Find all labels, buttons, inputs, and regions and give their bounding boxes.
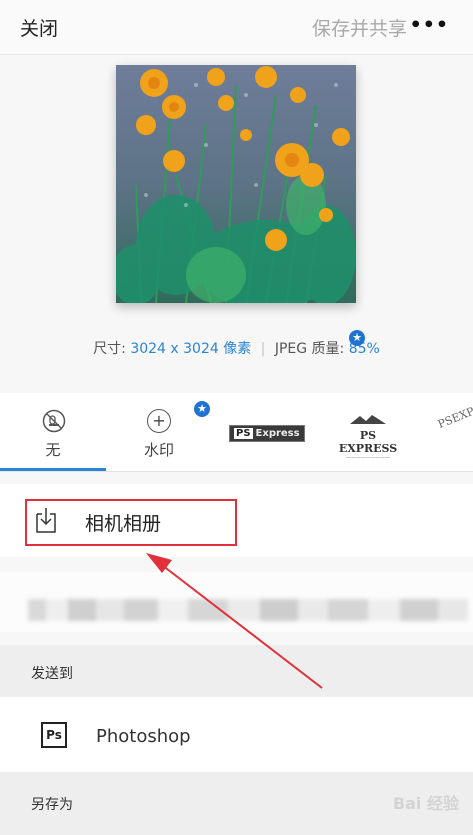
save-and-share-button[interactable]: 保存并共享 <box>312 14 407 41</box>
watermark-option-none[interactable]: 无 <box>0 393 106 471</box>
send-to-photoshop-row[interactable]: Ps Photoshop <box>0 697 473 772</box>
section-title: 另存为 <box>31 797 73 813</box>
selected-indicator <box>0 468 106 471</box>
save-to-camera-roll-row[interactable]: 相机相册 <box>0 484 473 557</box>
divider: | <box>260 341 266 357</box>
ps-express-tilted-logo[interactable]: PSEXP <box>436 405 473 431</box>
ps-express-mountain-logo[interactable]: PS EXPRESS ————————— <box>333 409 403 461</box>
size-label: 尺寸: <box>93 341 126 357</box>
section-title: 发送到 <box>31 666 73 682</box>
send-to-section-header: 发送到 <box>0 645 473 697</box>
ps-express-logo[interactable]: PS Express <box>229 425 305 442</box>
watermark-options-bar: 无 + 水印 ★ PS Express PS EXPRESS ————————— … <box>0 393 473 472</box>
add-icon: + <box>147 409 171 433</box>
size-value[interactable]: 3024 x 3024 像素 <box>130 341 251 357</box>
more-options-icon[interactable]: ••• <box>410 14 449 36</box>
watermark-option-label: 水印 <box>143 441 174 459</box>
premium-star-icon: ★ <box>194 401 210 417</box>
close-button[interactable]: 关闭 <box>20 14 58 41</box>
blurred-content <box>28 599 468 621</box>
highlight-box <box>25 499 237 546</box>
edited-photo-thumbnail <box>116 65 356 303</box>
site-watermark: Bai 经验 <box>392 794 459 813</box>
watermark-option-label: 无 <box>45 441 61 459</box>
top-bar: 关闭 保存并共享 ••• <box>0 0 473 55</box>
blurred-share-row <box>0 572 473 632</box>
quality-label: JPEG 质量: <box>274 341 345 357</box>
image-preview-area: 尺寸: 3024 x 3024 像素 | JPEG 质量: 85% ★ <box>0 55 473 393</box>
mountain-icon <box>350 415 386 424</box>
photoshop-icon: Ps <box>41 722 67 748</box>
photoshop-label: Photoshop <box>96 726 191 747</box>
no-watermark-icon <box>42 409 66 437</box>
image-info-line: 尺寸: 3024 x 3024 像素 | JPEG 质量: 85% <box>0 338 473 358</box>
premium-star-icon: ★ <box>349 330 365 346</box>
